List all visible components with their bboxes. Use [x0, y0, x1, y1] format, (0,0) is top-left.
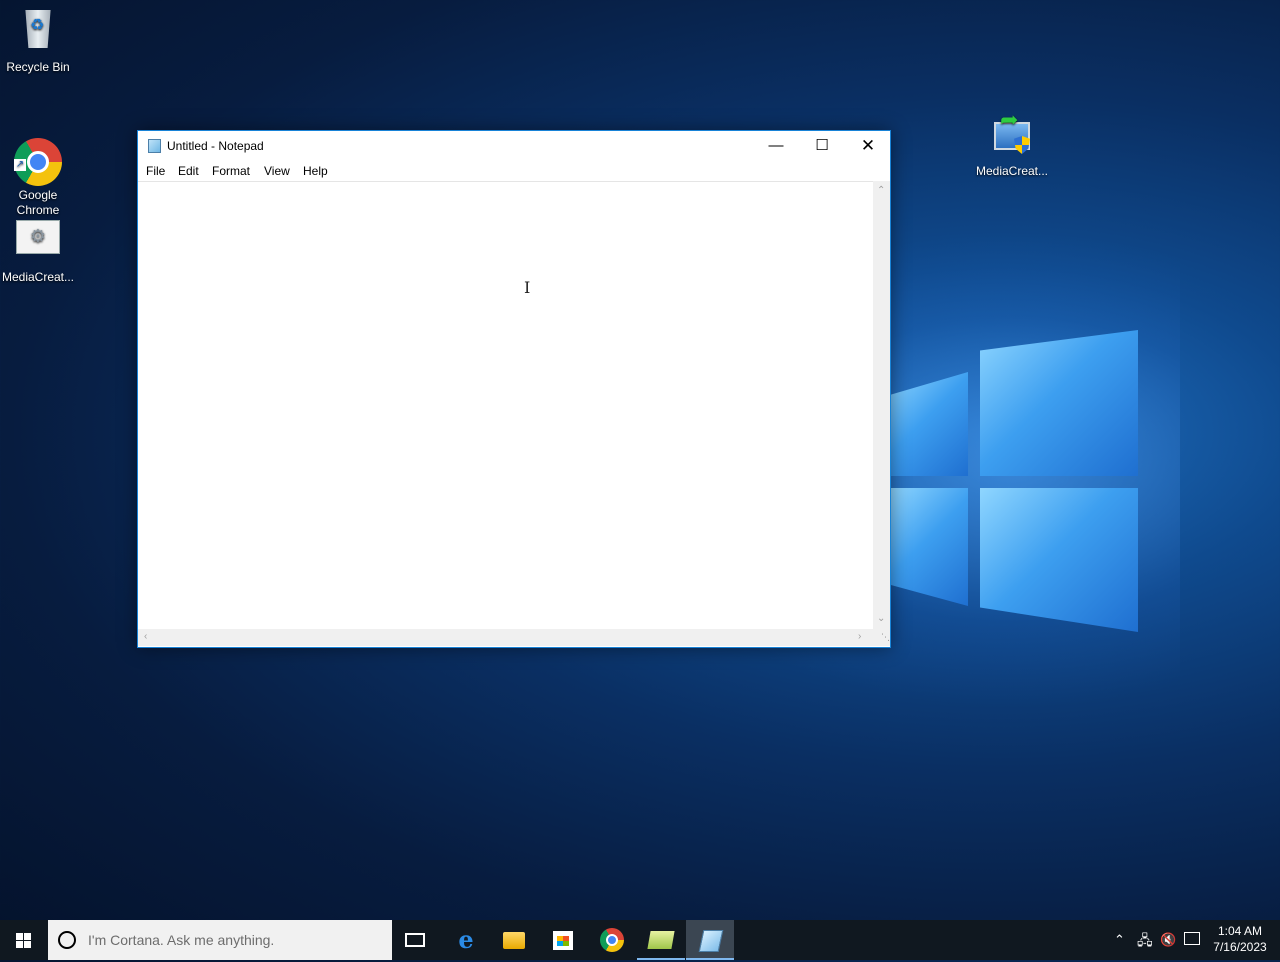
- chrome-icon: [600, 928, 624, 952]
- taskbar-file-explorer[interactable]: [490, 920, 538, 960]
- desktop-icon-label: MediaCreat...: [1, 270, 75, 284]
- cortana-icon: [58, 931, 76, 949]
- shortcut-arrow-icon: ↗: [14, 159, 26, 171]
- taskbar-notepad[interactable]: [686, 920, 734, 960]
- taskbar-explorer-window[interactable]: [637, 920, 685, 960]
- scroll-up-icon[interactable]: ⌃: [877, 185, 885, 196]
- scroll-left-icon[interactable]: ‹: [144, 631, 147, 642]
- taskbar: I'm Cortana. Ask me anything. e ⌃ 🖧 🔇 1:…: [0, 920, 1280, 960]
- desktop-icon-label: Recycle Bin: [6, 60, 70, 74]
- start-button[interactable]: [0, 920, 48, 960]
- close-button[interactable]: ✕: [845, 131, 891, 161]
- clock[interactable]: 1:04 AM 7/16/2023: [1208, 923, 1272, 955]
- menu-help[interactable]: Help: [302, 164, 329, 178]
- desktop-icon-mediacreation-tool[interactable]: ➦ MediaCreat...: [974, 109, 1050, 179]
- explorer-icon: [647, 931, 675, 949]
- setup-gear-icon: ⚙: [14, 220, 62, 268]
- scroll-down-icon[interactable]: ⌄: [877, 613, 885, 624]
- vertical-scrollbar[interactable]: ⌃ ⌄: [873, 181, 890, 629]
- chevron-up-icon[interactable]: ⌃: [1114, 920, 1125, 960]
- notepad-icon: [148, 139, 161, 153]
- title-bar[interactable]: Untitled - Notepad — ☐ ✕: [138, 131, 890, 161]
- menu-view[interactable]: View: [263, 164, 291, 178]
- taskbar-edge[interactable]: e: [442, 920, 490, 960]
- chrome-icon: ↗: [14, 123, 62, 186]
- network-icon[interactable]: 🖧: [1137, 920, 1153, 960]
- recycle-bin-icon: [14, 10, 62, 58]
- menu-format[interactable]: Format: [211, 164, 251, 178]
- notepad-icon: [698, 930, 724, 952]
- resize-grip-icon[interactable]: ⋱: [873, 629, 890, 646]
- taskbar-store[interactable]: [539, 920, 587, 960]
- menu-file[interactable]: File: [145, 164, 166, 178]
- media-creation-tool-icon: ➦: [988, 109, 1036, 162]
- folder-icon: [503, 932, 525, 949]
- clock-date: 7/16/2023: [1213, 940, 1267, 954]
- edge-icon: e: [458, 925, 474, 954]
- windows-start-icon: [16, 933, 32, 948]
- search-placeholder: I'm Cortana. Ask me anything.: [88, 932, 275, 948]
- desktop-icon-mediacreation-setup[interactable]: ⚙ MediaCreat...: [0, 212, 76, 285]
- menu-bar: File Edit Format View Help: [138, 161, 890, 181]
- text-editor-area[interactable]: [138, 181, 873, 629]
- scroll-right-icon[interactable]: ›: [858, 631, 861, 642]
- taskbar-task-view[interactable]: [392, 920, 440, 960]
- clock-time: 1:04 AM: [1217, 924, 1263, 938]
- desktop-icon-recycle-bin[interactable]: Recycle Bin: [0, 6, 76, 75]
- minimize-button[interactable]: —: [753, 131, 799, 161]
- notepad-window: Untitled - Notepad — ☐ ✕ File Edit Forma…: [137, 130, 891, 648]
- desktop-icon-label: MediaCreat...: [975, 164, 1049, 178]
- store-icon: [553, 931, 573, 950]
- cortana-search-box[interactable]: I'm Cortana. Ask me anything.: [48, 920, 392, 960]
- horizontal-scrollbar[interactable]: ‹ ›: [138, 629, 873, 646]
- ibeam-cursor-icon: I: [524, 278, 531, 297]
- menu-edit[interactable]: Edit: [177, 164, 200, 178]
- taskbar-chrome[interactable]: [588, 920, 636, 960]
- windows-logo-wallpaper: [890, 330, 1150, 640]
- volume-muted-icon[interactable]: 🔇: [1160, 920, 1176, 960]
- notification-icon[interactable]: [1184, 932, 1200, 945]
- maximize-button[interactable]: ☐: [799, 131, 845, 161]
- task-view-icon: [405, 933, 425, 947]
- window-title: Untitled - Notepad: [167, 139, 264, 153]
